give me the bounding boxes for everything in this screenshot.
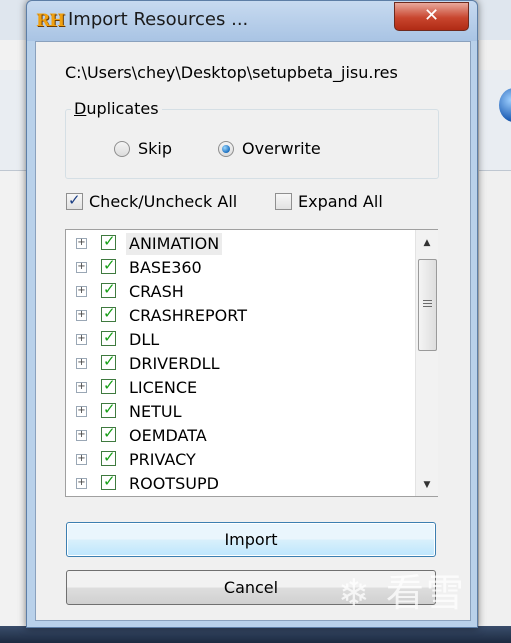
tree-item-netul[interactable]: + NETUL (66, 400, 415, 425)
expand-all-checkbox[interactable]: Expand All (275, 192, 383, 211)
title-bar[interactable]: RH Import Resources ... ✕ (27, 1, 477, 41)
tree-item-rootsupd[interactable]: + ROOTSUPD (66, 472, 415, 496)
duplicates-label: Duplicates (71, 99, 162, 118)
dialog-client-area: C:\Users\chey\Desktop\setupbeta_jisu.res… (35, 41, 471, 621)
duplicates-groupbox: Duplicates Skip Overwrite (65, 99, 439, 179)
tree-item-checkbox[interactable] (101, 256, 116, 274)
tree-item-label: NETUL (129, 402, 182, 421)
expand-icon[interactable]: + (76, 358, 87, 369)
background-left-pane (0, 40, 29, 630)
check-all-label: Check/Uncheck All (89, 192, 238, 211)
expand-icon[interactable]: + (76, 238, 87, 249)
check-uncheck-all-checkbox[interactable]: Check/Uncheck All (66, 191, 238, 211)
skip-radio[interactable]: Skip (114, 139, 172, 158)
overwrite-radio-label: Overwrite (242, 139, 321, 158)
overwrite-radio-circle[interactable] (218, 140, 234, 157)
scroll-up-arrow-icon[interactable]: ▲ (416, 234, 438, 252)
resource-hacker-icon: RH (36, 11, 65, 31)
tree-item-label: LICENCE (129, 378, 198, 397)
expand-icon[interactable]: + (76, 262, 87, 273)
tree-item-licence[interactable]: + LICENCE (66, 376, 415, 401)
tree-item-checkbox[interactable] (101, 304, 116, 322)
background-right-pane (478, 40, 511, 630)
tree-item-label: DLL (129, 330, 160, 349)
tree-item-label: PRIVACY (129, 450, 196, 469)
expand-icon[interactable]: + (76, 286, 87, 297)
tree-item-checkbox[interactable] (101, 280, 116, 298)
tree-item-checkbox[interactable] (101, 232, 116, 250)
expand-all-box[interactable] (275, 193, 292, 210)
tree-item-animation[interactable]: + ANIMATION (66, 232, 415, 257)
file-path-label: C:\Users\chey\Desktop\setupbeta_jisu.res (65, 63, 398, 82)
tree-item-label: BASE360 (129, 258, 202, 277)
tree-item-checkbox[interactable] (101, 472, 116, 490)
tree-item-dll[interactable]: + DLL (66, 328, 415, 353)
overwrite-radio[interactable]: Overwrite (218, 139, 321, 158)
scrollbar-grip-icon (423, 300, 432, 301)
tree-item-checkbox[interactable] (101, 424, 116, 442)
tree-item-label: DRIVERDLL (129, 354, 220, 373)
tree-item-label: ANIMATION (126, 233, 223, 255)
tree-item-crash[interactable]: + CRASH (66, 280, 415, 305)
window-title: Import Resources ... (68, 9, 249, 30)
tree-item-label: OEMDATA (129, 426, 207, 445)
tree-item-driverdll[interactable]: + DRIVERDLL (66, 352, 415, 377)
tree-item-base360[interactable]: + BASE360 (66, 256, 415, 281)
resource-tree-list: + ANIMATION + BASE360 + CRASH + (66, 230, 415, 496)
tree-vertical-scrollbar[interactable]: ▲ ▼ (415, 230, 438, 496)
expand-icon[interactable]: + (76, 310, 87, 321)
expand-all-label: Expand All (298, 192, 383, 211)
tree-item-label: CRASHREPORT (129, 306, 247, 325)
background-toolbar (479, 70, 511, 171)
tree-item-checkbox[interactable] (101, 352, 116, 370)
duplicates-label-text: uplicates (86, 99, 159, 118)
skip-radio-circle[interactable] (114, 140, 130, 157)
expand-icon[interactable]: + (76, 454, 87, 465)
tree-item-crashreport[interactable]: + CRASHREPORT (66, 304, 415, 329)
scroll-down-arrow-icon[interactable]: ▼ (416, 476, 438, 494)
close-button[interactable]: ✕ (394, 2, 469, 31)
scrollbar-thumb[interactable] (418, 259, 437, 351)
tree-item-checkbox[interactable] (101, 328, 116, 346)
expand-icon[interactable]: + (76, 382, 87, 393)
expand-icon[interactable]: + (76, 334, 87, 345)
expand-icon[interactable]: + (76, 406, 87, 417)
import-resources-dialog: RH Import Resources ... ✕ C:\Users\chey\… (26, 0, 478, 628)
tree-item-oemdata[interactable]: + OEMDATA (66, 424, 415, 449)
expand-icon[interactable]: + (76, 430, 87, 441)
check-all-box[interactable] (66, 191, 83, 210)
duplicates-mnemonic: D (74, 99, 87, 118)
taskbar (0, 626, 511, 643)
tree-item-privacy[interactable]: + PRIVACY (66, 448, 415, 473)
tree-item-checkbox[interactable] (101, 376, 116, 394)
expand-icon[interactable]: + (76, 478, 87, 489)
tree-item-checkbox[interactable] (101, 448, 116, 466)
skip-radio-label: Skip (138, 139, 173, 158)
tree-item-checkbox[interactable] (101, 400, 116, 418)
resource-tree[interactable]: + ANIMATION + BASE360 + CRASH + (65, 229, 438, 497)
tree-item-label: ROOTSUPD (129, 474, 219, 493)
watermark-logo: ❄ 看雪 (338, 571, 466, 615)
import-button[interactable]: Import (66, 522, 436, 557)
tree-item-label: CRASH (129, 282, 184, 301)
background-toolbar (0, 70, 28, 171)
